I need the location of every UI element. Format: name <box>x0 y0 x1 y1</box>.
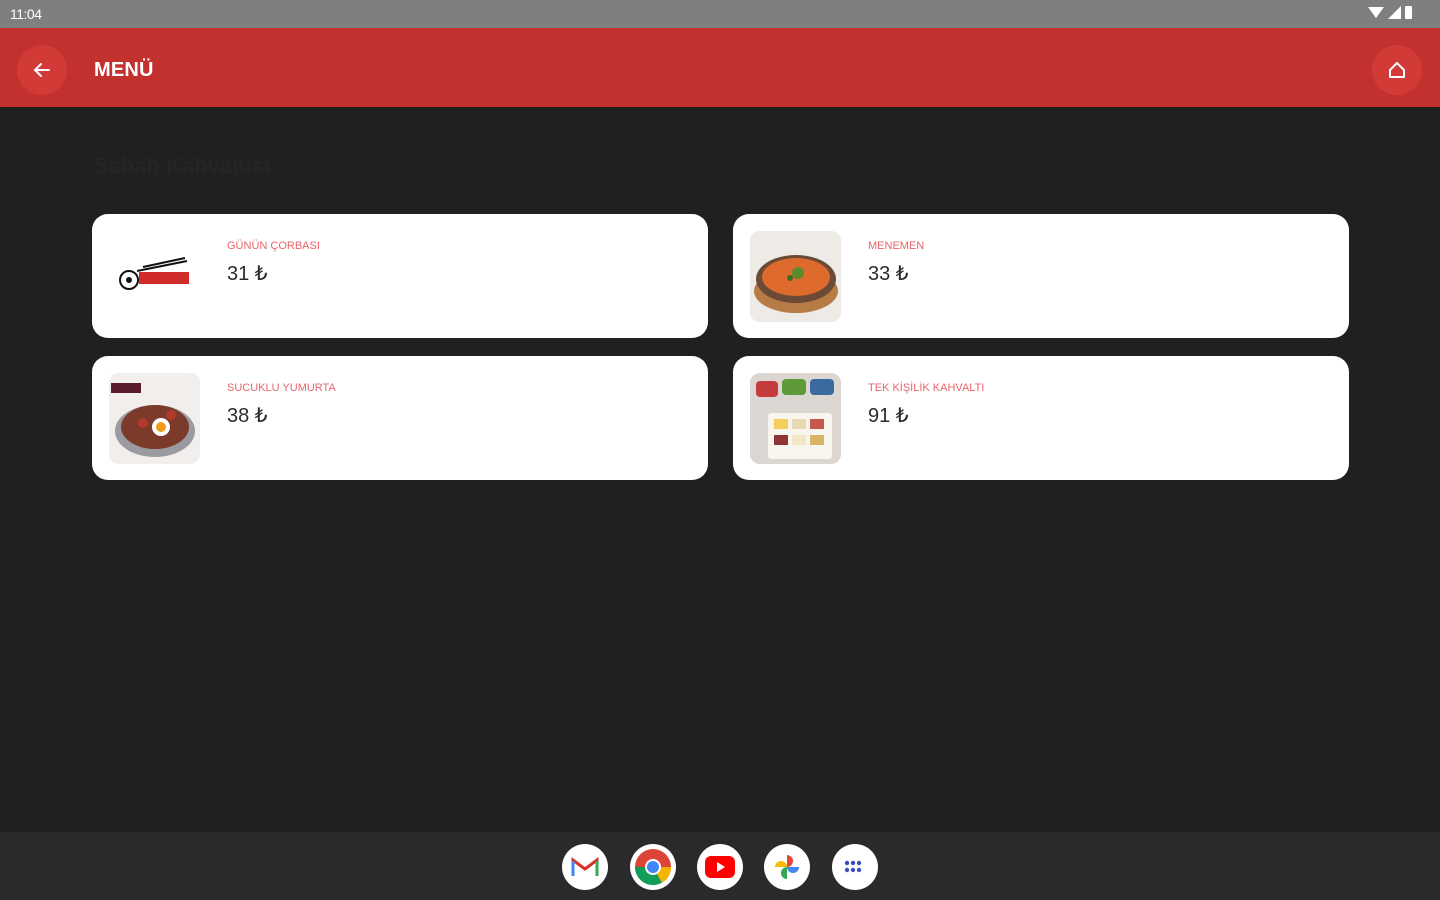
home-button[interactable] <box>1372 45 1422 95</box>
section-title: Sabah Kahvaltısı <box>94 153 271 178</box>
back-button[interactable] <box>17 45 67 95</box>
status-bar: 11:04 <box>0 0 1440 28</box>
item-price: 91 ₺ <box>868 405 909 427</box>
photos-icon[interactable] <box>764 844 810 890</box>
menu-item-card[interactable]: SUCUKLU YUMURTA 38 ₺ <box>92 356 708 480</box>
item-price: 38 ₺ <box>227 405 268 427</box>
arrow-left-icon <box>33 63 50 77</box>
status-time: 11:04 <box>10 6 42 22</box>
youtube-icon[interactable] <box>697 844 743 890</box>
menemen-image <box>750 231 841 322</box>
battery-icon <box>1405 6 1412 19</box>
item-price: 31 ₺ <box>227 263 268 285</box>
item-name: SUCUKLU YUMURTA <box>227 382 336 394</box>
app-drawer-icon[interactable] <box>832 844 878 890</box>
home-icon <box>1389 62 1405 78</box>
chrome-icon[interactable] <box>630 844 676 890</box>
wifi-icon <box>1368 7 1384 18</box>
item-logo-image <box>109 231 200 322</box>
signal-icon <box>1388 6 1401 19</box>
page-title: MENÜ <box>94 59 154 81</box>
menu-item-card[interactable]: TEK KİŞİLİK KAHVALTI 91 ₺ <box>733 356 1349 480</box>
menu-item-card[interactable]: GÜNÜN ÇORBASI 31 ₺ <box>92 214 708 338</box>
sucuklu-yumurta-image <box>109 373 200 464</box>
kahvalti-image <box>750 373 841 464</box>
app-dock <box>0 832 1440 900</box>
menu-item-card[interactable]: MENEMEN 33 ₺ <box>733 214 1349 338</box>
app-bar: MENÜ <box>0 28 1440 107</box>
gmail-icon[interactable] <box>562 844 608 890</box>
system-icons <box>1368 6 1412 19</box>
item-price: 33 ₺ <box>868 263 909 285</box>
item-name: GÜNÜN ÇORBASI <box>227 240 320 252</box>
item-name: TEK KİŞİLİK KAHVALTI <box>868 382 985 394</box>
item-name: MENEMEN <box>868 240 925 252</box>
